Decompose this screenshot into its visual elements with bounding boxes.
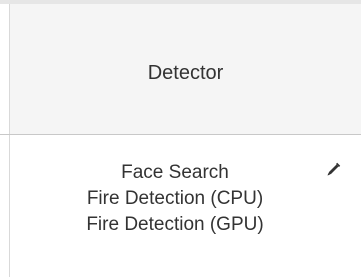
edit-detectors-button[interactable] xyxy=(324,161,342,179)
detector-item-fire-detection-gpu: Fire Detection (GPU) xyxy=(86,214,264,235)
detector-column-header[interactable]: Detector xyxy=(9,4,361,134)
detector-item-fire-detection-cpu: Fire Detection (CPU) xyxy=(86,188,264,209)
pencil-icon xyxy=(327,162,341,176)
detector-cell: Face Search Fire Detection (CPU) Fire De… xyxy=(9,135,361,277)
detector-header-label: Detector xyxy=(147,62,224,84)
detector-item-face-search: Face Search xyxy=(121,162,229,183)
detector-list: Face Search Fire Detection (CPU) Fire De… xyxy=(10,160,340,238)
detector-table: Detector Face Search Fire Detection (CPU… xyxy=(0,0,361,277)
